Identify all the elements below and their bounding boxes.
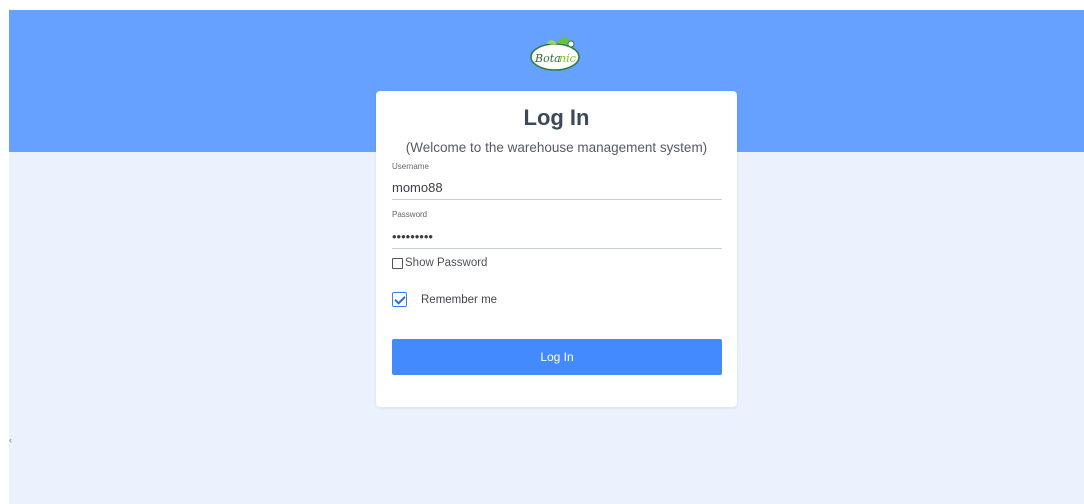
login-subtitle: (Welcome to the warehouse management sys… (405, 140, 708, 155)
remember-me-checkbox[interactable] (392, 292, 407, 307)
username-label: Username (392, 162, 429, 171)
botanic-logo: Bota nic (530, 37, 580, 71)
password-input[interactable] (392, 224, 722, 249)
stray-character: ‹ (9, 435, 12, 445)
page-background: Bota nic Log In (Welcome to the warehous… (9, 10, 1084, 504)
password-label: Password (392, 210, 428, 219)
show-password-toggle[interactable]: Show Password (392, 257, 487, 269)
login-title: Log In (523, 105, 590, 130)
remember-me-label: Remember me (421, 293, 498, 306)
show-password-checkbox[interactable] (392, 257, 403, 269)
username-input[interactable] (392, 175, 722, 200)
svg-text:Bota: Bota (534, 52, 561, 65)
login-card: Log In (Welcome to the warehouse managem… (376, 91, 737, 407)
svg-text:nic: nic (559, 52, 576, 65)
show-password-label: Show Password (405, 257, 488, 269)
login-button[interactable]: Log In (392, 339, 722, 375)
remember-me-toggle[interactable]: Remember me (392, 292, 497, 307)
